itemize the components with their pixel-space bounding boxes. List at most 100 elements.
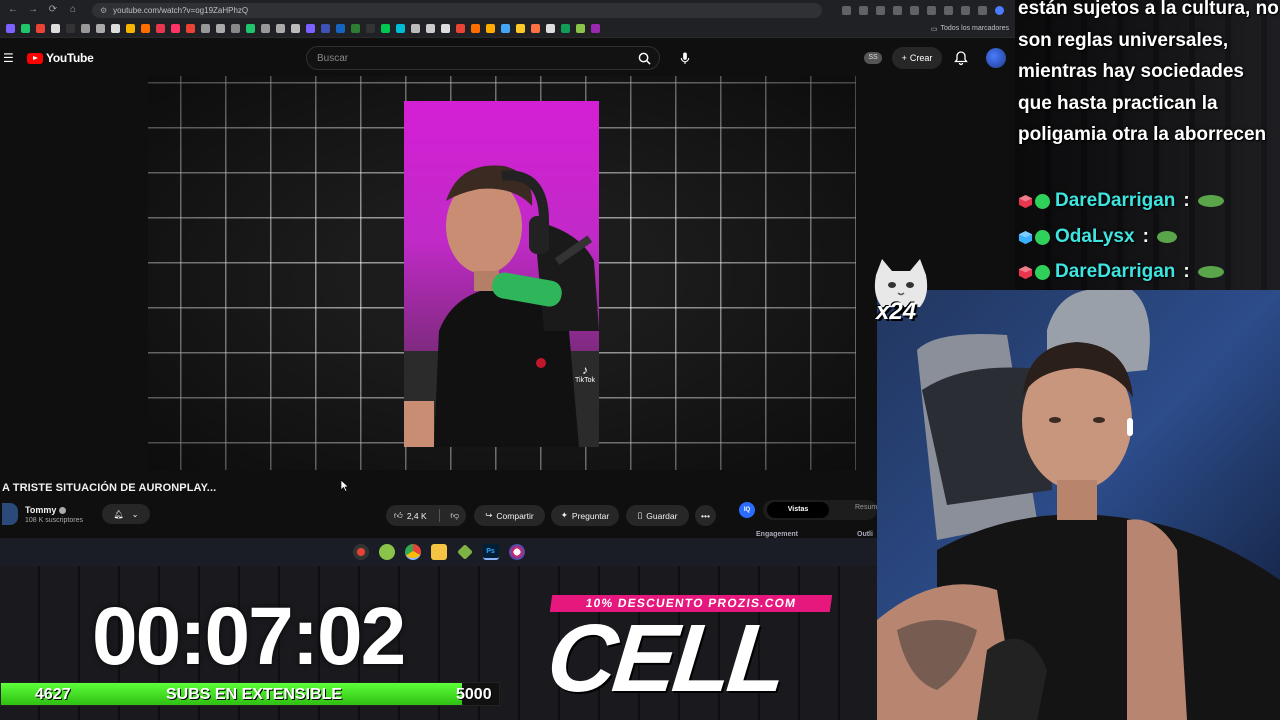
search-button[interactable] bbox=[629, 47, 659, 69]
bookmark-icon[interactable] bbox=[51, 24, 60, 33]
bookmark-icon[interactable] bbox=[246, 24, 255, 33]
bookmark-icon[interactable] bbox=[486, 24, 495, 33]
bookmark-icon[interactable] bbox=[456, 24, 465, 33]
more-actions-button[interactable]: ••• bbox=[695, 505, 716, 526]
outlier-label: Outli bbox=[857, 531, 873, 538]
bookmark-icon[interactable] bbox=[276, 24, 285, 33]
bookmark-icon[interactable] bbox=[546, 24, 555, 33]
bookmark-icon[interactable] bbox=[291, 24, 300, 33]
bookmark-icon[interactable] bbox=[516, 24, 525, 33]
bookmark-icon[interactable] bbox=[441, 24, 450, 33]
bookmark-icon[interactable] bbox=[81, 24, 90, 33]
bookmark-icon[interactable] bbox=[111, 24, 120, 33]
tab-views[interactable]: Vistas bbox=[767, 502, 829, 518]
create-button[interactable]: + Crear bbox=[892, 47, 942, 69]
all-bookmarks-folder[interactable]: ▭ Todos los marcadores bbox=[931, 25, 1009, 33]
like-button[interactable]: 👍︎ 2,4 K bbox=[386, 505, 435, 526]
voice-search-button[interactable] bbox=[674, 49, 696, 67]
minecraft-icon[interactable] bbox=[456, 544, 473, 560]
bookmark-icon[interactable] bbox=[156, 24, 165, 33]
chat-line: DareDarrigan : bbox=[1018, 187, 1224, 215]
bookmark-icon[interactable] bbox=[66, 24, 75, 33]
bookmark-icon[interactable] bbox=[501, 24, 510, 33]
bookmark-icon[interactable] bbox=[321, 24, 330, 33]
subs-goal-bar: 4627 SUBS EN EXTENSIBLE 5000 bbox=[0, 682, 500, 706]
bookmark-icon[interactable] bbox=[36, 24, 45, 33]
bookmark-icon[interactable] bbox=[396, 24, 405, 33]
bookmark-icon[interactable] bbox=[561, 24, 570, 33]
bookmark-icon[interactable] bbox=[201, 24, 210, 33]
bookmark-icon[interactable] bbox=[126, 24, 135, 33]
file-explorer-icon[interactable] bbox=[430, 544, 447, 560]
notifications-bell-icon[interactable] bbox=[953, 50, 969, 66]
home-icon[interactable]: ⌂ bbox=[66, 3, 80, 17]
extension-icon[interactable] bbox=[910, 5, 919, 15]
chat-separator: : bbox=[1183, 261, 1190, 282]
cast-icon[interactable] bbox=[859, 5, 868, 15]
chrome-icon[interactable] bbox=[404, 544, 421, 560]
bookmark-icon[interactable] bbox=[351, 24, 360, 33]
bookmark-icon[interactable] bbox=[231, 24, 240, 33]
analytics-panel: IQ Vistas Resum Engagement Outli bbox=[727, 494, 877, 542]
tab-search-icon[interactable] bbox=[978, 5, 987, 15]
extension-icon[interactable] bbox=[944, 5, 953, 15]
bookmark-icon[interactable] bbox=[591, 24, 600, 33]
save-label: Guardar bbox=[646, 510, 678, 521]
zoom-icon[interactable] bbox=[842, 5, 851, 15]
dislike-button[interactable]: 👎︎ bbox=[444, 505, 467, 526]
channel-avatar[interactable] bbox=[2, 503, 18, 525]
bookmark-icon[interactable] bbox=[426, 24, 435, 33]
video-player[interactable]: ♪ TikTok bbox=[148, 76, 856, 470]
channel-badge-icon bbox=[1035, 229, 1050, 245]
paint-icon[interactable] bbox=[508, 544, 525, 560]
record-app-icon[interactable] bbox=[352, 544, 369, 560]
profile-icon[interactable] bbox=[995, 5, 1004, 15]
back-icon[interactable]: ← bbox=[6, 3, 20, 17]
tab-summary[interactable]: Resum bbox=[855, 504, 877, 511]
extension-icon[interactable] bbox=[927, 5, 936, 15]
bookmark-star-icon[interactable] bbox=[893, 5, 902, 15]
bookmark-icon[interactable] bbox=[411, 24, 420, 33]
bookmark-icon[interactable] bbox=[336, 24, 345, 33]
forward-icon[interactable]: → bbox=[26, 3, 40, 17]
bookmark-icon[interactable] bbox=[171, 24, 180, 33]
bookmark-icon[interactable] bbox=[96, 24, 105, 33]
share-label: Compartir bbox=[496, 510, 534, 521]
chat-username[interactable]: OdaLysx bbox=[1055, 226, 1135, 248]
subscription-bell-button[interactable]: 🔔︎ ⌄ bbox=[102, 504, 150, 524]
bookmark-icon[interactable] bbox=[261, 24, 270, 33]
bell-icon: 🔔︎ bbox=[113, 509, 124, 519]
menu-icon[interactable]: ☰ bbox=[3, 51, 17, 65]
share-page-icon[interactable] bbox=[876, 5, 885, 15]
bookmark-icon[interactable] bbox=[471, 24, 480, 33]
chat-username[interactable]: DareDarrigan bbox=[1055, 190, 1175, 212]
bookmark-icon[interactable] bbox=[306, 24, 315, 33]
bookmark-icon[interactable] bbox=[576, 24, 585, 33]
account-avatar[interactable] bbox=[986, 48, 1006, 68]
sparkle-icon: ✦ bbox=[560, 510, 568, 520]
address-bar: ← → ⟳ ⌂ ⚙ youtube.com/watch?v=og19ZaHPhz… bbox=[0, 0, 1015, 20]
channel-name[interactable]: Tommy bbox=[25, 505, 67, 515]
bookmark-icon[interactable] bbox=[21, 24, 30, 33]
bookmark-icon[interactable] bbox=[141, 24, 150, 33]
bookmark-icon[interactable] bbox=[381, 24, 390, 33]
chat-app-icon[interactable] bbox=[378, 544, 395, 560]
url-field[interactable]: ⚙ youtube.com/watch?v=og19ZaHPhzQ bbox=[92, 2, 822, 18]
bookmark-icon[interactable] bbox=[216, 24, 225, 33]
bookmark-icon[interactable] bbox=[531, 24, 540, 33]
ss-extension-badge[interactable]: SS bbox=[864, 52, 882, 64]
youtube-logo[interactable]: YouTube bbox=[27, 51, 94, 65]
ask-button[interactable]: ✦ Preguntar bbox=[551, 505, 619, 526]
search-input[interactable] bbox=[307, 52, 629, 64]
share-button[interactable]: ↪ Compartir bbox=[474, 505, 545, 526]
bookmark-icon[interactable] bbox=[366, 24, 375, 33]
photoshop-icon[interactable]: Ps bbox=[482, 544, 499, 560]
site-info-icon[interactable]: ⚙ bbox=[100, 6, 107, 15]
puzzle-icon[interactable] bbox=[961, 5, 970, 15]
save-button[interactable]: ▯ Guardar bbox=[626, 505, 689, 526]
reload-icon[interactable]: ⟳ bbox=[46, 3, 60, 17]
chat-username[interactable]: DareDarrigan bbox=[1055, 261, 1175, 283]
iq-extension-icon[interactable]: IQ bbox=[739, 502, 755, 518]
bookmark-icon[interactable] bbox=[186, 24, 195, 33]
bookmark-icon[interactable] bbox=[6, 24, 15, 33]
